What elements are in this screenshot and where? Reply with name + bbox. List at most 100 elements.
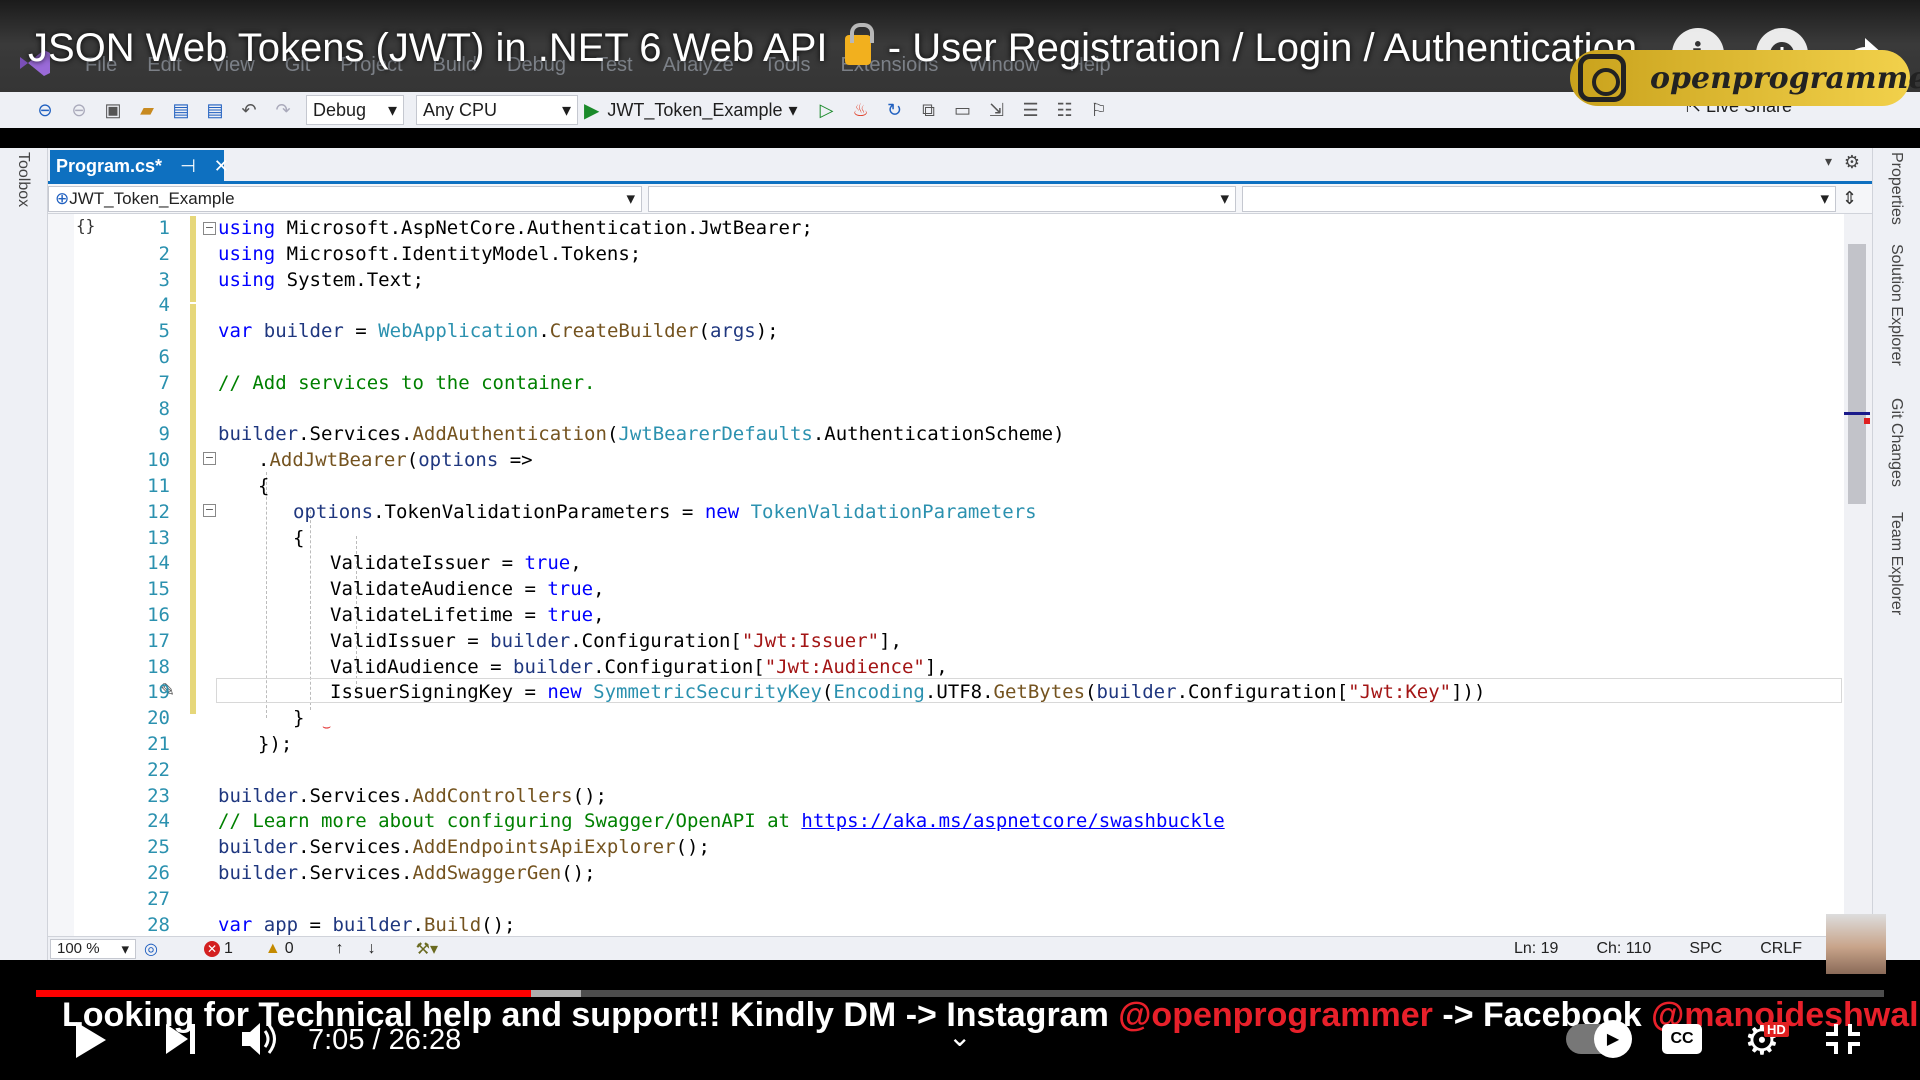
video-title[interactable]: JSON Web Tokens (JWT) in .NET 6 Web API … [28,23,1637,71]
code-token: (); [481,913,516,936]
code-token: builder [263,320,344,343]
code-line[interactable]: 15 ValidateAudience = true, [48,577,1848,603]
code-line[interactable]: 19 IssuerSigningKey = new SymmetricSecuri… [48,680,1848,706]
code-line[interactable]: 12 options.TokenValidationParameters = ne… [48,500,1848,526]
project-dropdown[interactable]: ⊕JWT_Token_Example ▾ [48,185,642,212]
code-line[interactable]: 27 [48,887,1848,913]
step-icon[interactable]: ⇲ [986,99,1008,121]
video-title-main: JSON Web Tokens (JWT) in .NET 6 Web API [28,26,828,70]
column-indicator[interactable]: Ch: 110 [1596,940,1651,958]
arrow-up-icon[interactable]: ↑ [336,940,344,958]
code-line[interactable]: 22 [48,758,1848,784]
code-line[interactable]: 25 builder.Services.AddEndpointsApiExplor… [48,835,1848,861]
code-editor[interactable]: {} − − − ✎ 1 using Microsoft.AspNetCore.A… [48,214,1872,936]
cleanup-brush-icon[interactable]: ⚒▾ [416,939,438,959]
code-line[interactable]: 7 // Add services to the container. [48,371,1848,397]
arrow-down-icon[interactable]: ↓ [368,940,376,958]
code-token: Build [423,913,482,936]
code-text: { [293,526,305,549]
browser-link-icon[interactable]: ⧉ [918,99,940,121]
code-token: Encoding [833,681,925,704]
member-dropdown[interactable]: ▾ [1242,185,1836,212]
save-all-icon[interactable]: ▤ [204,99,226,121]
code-line[interactable]: 28 var app = builder.Build(); [48,913,1848,936]
next-icon[interactable] [164,1022,198,1056]
code-line[interactable]: 10 .AddJwtBearer(options => [48,448,1848,474]
team-explorer-tab[interactable]: Team Explorer [1887,512,1905,615]
properties-tab[interactable]: Properties [1887,152,1905,225]
code-line[interactable]: 16 ValidateLifetime = true, [48,603,1848,629]
settings-gear-icon[interactable]: ⚙ HD [1744,1018,1789,1064]
code-line[interactable]: 6 [48,345,1848,371]
uncomment-icon[interactable]: ☷ [1054,99,1076,121]
code-line[interactable]: 13 { [48,526,1848,552]
close-icon[interactable]: ✕ [214,156,229,177]
health-icon[interactable]: ◎ [144,939,158,959]
code-text: builder.Services.AddEndpointsApiExplorer… [218,835,710,861]
save-icon[interactable]: ▤ [170,99,192,121]
platform-select[interactable]: Any CPU ▾ [416,95,578,125]
type-dropdown[interactable]: ▾ [648,185,1236,212]
captions-button[interactable]: CC [1662,1024,1702,1054]
captions-label: CC [1670,1030,1694,1047]
code-line[interactable]: 4 [48,293,1848,319]
undo-icon[interactable]: ↶ [238,99,260,121]
code-line[interactable]: 23 builder.Services.AddControllers(); [48,784,1848,810]
redo-icon[interactable]: ↷ [272,99,294,121]
code-token[interactable]: https://aka.ms/aspnetcore/swashbuckle [801,810,1224,832]
warning-count[interactable]: ▲ 0 [265,940,294,958]
line-number: 2 [158,242,170,265]
code-line[interactable]: 11 { [48,474,1848,500]
code-line[interactable]: 8 [48,397,1848,423]
code-line[interactable]: 14 ValidateIssuer = true, [48,551,1848,577]
git-changes-tab[interactable]: Git Changes [1887,398,1905,487]
forward-nav-icon[interactable]: ⊖ [68,99,90,121]
run-target-button[interactable]: JWT_Token_Example [607,100,782,121]
code-token: .Services. [298,423,413,446]
new-project-icon[interactable]: ▣ [102,99,124,121]
toolbox-tab[interactable]: Toolbox [14,152,32,207]
solution-explorer-tab[interactable]: Solution Explorer [1887,244,1905,366]
open-folder-icon[interactable]: ▰ [136,99,158,121]
restart-icon[interactable]: ↻ [884,99,906,121]
error-count[interactable]: ✕ 1 [203,940,233,958]
play-icon[interactable] [70,1018,110,1062]
code-line[interactable]: 21}); [48,732,1848,758]
comment-icon[interactable]: ☰ [1020,99,1042,121]
code-line[interactable]: 17 ValidIssuer = builder.Configuration["J… [48,629,1848,655]
code-line[interactable]: 5 var builder = WebApplication.CreateBuil… [48,319,1848,345]
code-line[interactable]: 3 using System.Text; [48,268,1848,294]
code-line[interactable]: 9 builder.Services.AddAuthentication(JwtB… [48,422,1848,448]
scrollbar-thumb[interactable] [1848,244,1866,504]
code-line[interactable]: 18 ValidAudience = builder.Configuration[… [48,655,1848,681]
layout-icon[interactable]: ▭ [952,99,974,121]
code-text: ValidIssuer = builder.Configuration["Jwt… [330,629,902,655]
code-line[interactable]: 20} [48,706,1848,732]
line-indicator[interactable]: Ln: 19 [1514,940,1558,958]
exit-fullscreen-icon[interactable] [1824,1022,1862,1056]
line-ending-indicator[interactable]: CRLF [1760,940,1802,958]
back-nav-icon[interactable]: ⊖ [34,99,56,121]
start-without-debugging-icon[interactable]: ▷ [816,99,838,121]
code-token: CreateBuilder [549,320,699,343]
code-line[interactable]: 1 using Microsoft.AspNetCore.Authenticati… [48,216,1848,242]
video-player[interactable]: File Edit View Git Project Build Debug Test Anal… [0,0,1920,1080]
chevron-down-icon[interactable]: ▾ [788,100,797,121]
pin-icon[interactable]: ⊣ [180,156,196,177]
tab-list-dropdown-icon[interactable]: ▾ [1825,154,1832,170]
tab-program-cs[interactable]: Program.cs* ⊣ ✕ [50,150,229,182]
start-debugging-icon[interactable]: ▶ [584,98,599,123]
hot-reload-icon[interactable]: ♨ [850,99,872,121]
code-line[interactable]: 2 using Microsoft.IdentityModel.Tokens; [48,242,1848,268]
bookmark-icon[interactable]: ⚐ [1088,99,1110,121]
volume-icon[interactable] [240,1020,280,1058]
configuration-select[interactable]: Debug ▾ [306,95,404,125]
split-editor-icon[interactable]: ⇕ [1842,188,1857,209]
chevron-down-icon[interactable]: ⌄ [948,1020,971,1053]
autoplay-toggle[interactable]: ▶ [1566,1020,1632,1058]
indent-indicator[interactable]: SPC [1689,940,1722,958]
code-line[interactable]: 26 builder.Services.AddSwaggerGen(); [48,861,1848,887]
zoom-select[interactable]: 100 % ▾ [50,938,136,959]
gear-icon[interactable]: ⚙ [1844,152,1860,173]
code-line[interactable]: 24 // Learn more about configuring Swagge… [48,809,1848,835]
